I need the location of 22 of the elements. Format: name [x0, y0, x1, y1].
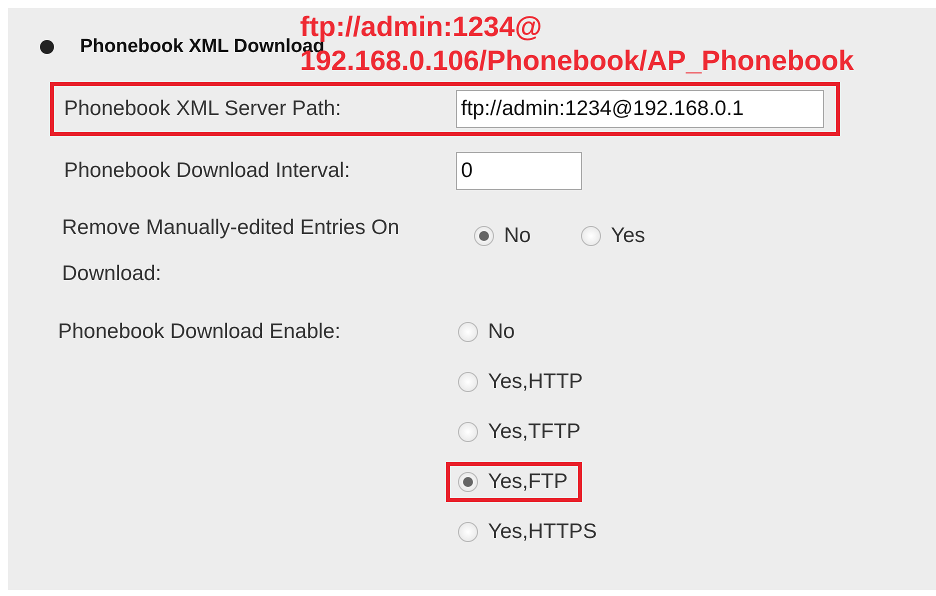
text-field[interactable]: ftp://admin:1234@192.168.0.1: [456, 90, 824, 128]
radio-button[interactable]: [458, 322, 478, 342]
radio-option[interactable]: Yes,FTP: [446, 462, 582, 502]
radio-option[interactable]: No: [462, 216, 545, 256]
bullet-icon: [40, 40, 54, 54]
radio-button[interactable]: [474, 226, 494, 246]
radio-option[interactable]: No: [446, 312, 529, 352]
radio-option[interactable]: Yes,TFTP: [446, 412, 595, 452]
field-label: Phonebook XML Server Path:: [64, 97, 342, 121]
radio-button[interactable]: [458, 422, 478, 442]
text-field[interactable]: 0: [456, 152, 582, 190]
field-label: Phonebook Download Interval:: [64, 159, 352, 183]
radio-button[interactable]: [580, 226, 601, 246]
radio-option[interactable]: Yes,HTTP: [446, 362, 597, 402]
field-label: Download:: [62, 262, 162, 286]
radio-option[interactable]: Yes,HTTPS: [446, 512, 611, 552]
radio-button[interactable]: [458, 522, 478, 542]
field-label: Phonebook Download Enable:: [58, 319, 342, 345]
field-label: Remove Manually-edited Entries On: [62, 216, 400, 240]
radio-option[interactable]: Yes: [568, 216, 660, 256]
radio-button[interactable]: [458, 472, 478, 492]
radio-button[interactable]: [458, 372, 478, 392]
